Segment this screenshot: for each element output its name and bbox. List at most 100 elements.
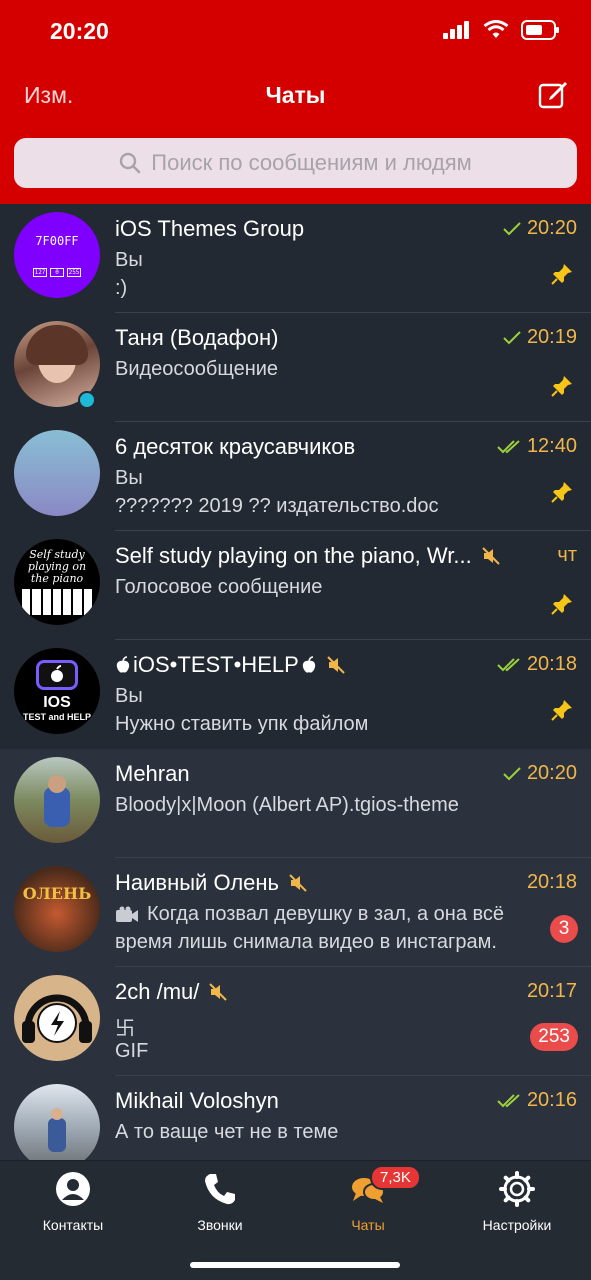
read-check-icon bbox=[503, 766, 521, 780]
chat-time: 20:20 bbox=[503, 217, 577, 240]
chat-name-text: Mehran bbox=[115, 761, 190, 786]
online-indicator-icon bbox=[78, 391, 96, 409]
apple-logo-icon bbox=[302, 656, 315, 673]
muted-icon bbox=[327, 656, 345, 674]
chat-time: 20:17 bbox=[527, 980, 577, 1003]
avatar: 7F00FF 127 0 255 bbox=[14, 212, 100, 298]
chat-preview: Видеосообщение bbox=[115, 358, 279, 380]
chat-sender: Вы bbox=[115, 685, 143, 707]
avatar-title: IOS bbox=[43, 694, 71, 711]
chat-row[interactable]: IOS TEST and HELP iOS•TEST•HELP Вы Нужно… bbox=[0, 640, 591, 749]
avatar-b-box: 255 bbox=[67, 268, 81, 277]
chat-time: 12:40 bbox=[497, 435, 577, 458]
chat-name: Таня (Водафон) bbox=[115, 325, 279, 351]
chat-sender: 卐 bbox=[115, 1018, 135, 1040]
chat-name: Self study playing on the piano, Wr... bbox=[115, 543, 500, 569]
home-indicator[interactable] bbox=[190, 1262, 400, 1268]
chat-row[interactable]: 7F00FF 127 0 255 iOS Themes Group Вы :) … bbox=[0, 204, 591, 313]
chat-time-text: 20:16 bbox=[526, 1089, 577, 1111]
chat-preview: Голосовое сообщение bbox=[115, 576, 323, 598]
chat-row[interactable]: 6 десяток краусавчиков Вы ??????? 2019 ?… bbox=[0, 422, 591, 531]
chat-preview: ??????? 2019 ?? издательство.doc bbox=[115, 495, 439, 517]
avatar-hex-text: 7F00FF bbox=[35, 234, 79, 248]
chat-time-text: чт bbox=[557, 544, 577, 566]
avatar-hair bbox=[26, 325, 88, 365]
avatar bbox=[14, 975, 100, 1061]
read-check-icon bbox=[503, 330, 521, 344]
tab-calls[interactable]: Звонки bbox=[150, 1171, 290, 1233]
chat-name: 2ch /mu/ bbox=[115, 979, 228, 1005]
search-input[interactable]: Поиск по сообщениям и людям bbox=[14, 138, 577, 188]
chat-preview: А то ваще чет не в теме bbox=[115, 1121, 339, 1143]
chat-name-text: Mikhail Voloshyn bbox=[115, 1088, 279, 1113]
avatar-piano-keys bbox=[22, 589, 92, 615]
chat-row[interactable]: Self study playing on the piano Self stu… bbox=[0, 531, 591, 640]
chat-preview: Когда позвал девушку в зал, а она всё bbox=[115, 903, 504, 926]
double-check-icon bbox=[497, 1093, 520, 1107]
chat-time-text: 12:40 bbox=[526, 435, 577, 457]
tab-contacts[interactable]: Контакты bbox=[3, 1171, 143, 1233]
chat-time: 20:18 bbox=[527, 871, 577, 894]
chat-sender: Вы bbox=[115, 249, 143, 271]
muted-icon bbox=[481, 547, 500, 565]
avatar-figure bbox=[44, 787, 70, 827]
headphones-icon bbox=[22, 994, 92, 1043]
compose-icon[interactable] bbox=[537, 78, 569, 110]
pin-icon bbox=[551, 594, 572, 615]
chat-time-text: 20:17 bbox=[526, 980, 577, 1002]
wifi-icon bbox=[483, 20, 509, 38]
chat-preview-cont: время лишь снимала видео в инстаграм. bbox=[115, 931, 497, 953]
chat-row[interactable]: Таня (Водафон) Видеосообщение 20:19 bbox=[0, 313, 591, 422]
chat-list[interactable]: 7F00FF 127 0 255 iOS Themes Group Вы :) … bbox=[0, 204, 591, 1160]
pin-icon bbox=[551, 482, 572, 503]
chat-time: 20:16 bbox=[497, 1089, 577, 1112]
chat-name-text: 2ch /mu/ bbox=[115, 979, 200, 1004]
tab-settings[interactable]: Настройки bbox=[447, 1171, 587, 1233]
chat-name-text: iOS•TEST•HELP bbox=[133, 652, 299, 677]
chat-time: 20:19 bbox=[503, 326, 577, 349]
double-check-icon bbox=[497, 439, 520, 453]
pin-icon bbox=[551, 700, 572, 721]
avatar-r-box: 127 bbox=[33, 268, 47, 277]
avatar-subtitle: TEST and HELP bbox=[22, 712, 91, 722]
page-title: Чаты bbox=[265, 82, 326, 108]
chat-name-text: iOS Themes Group bbox=[115, 216, 305, 241]
double-check-icon bbox=[497, 657, 520, 671]
chat-name-text: Таня (Водафон) bbox=[115, 325, 279, 350]
chat-time: 20:18 bbox=[497, 653, 577, 676]
gear-icon bbox=[499, 1171, 535, 1207]
apple-logo-icon bbox=[51, 665, 63, 682]
avatar bbox=[14, 1084, 100, 1160]
avatar-logo-text: ОЛЕНЬ bbox=[22, 884, 92, 903]
chat-name: Mikhail Voloshyn bbox=[115, 1088, 279, 1114]
read-check-icon bbox=[503, 221, 521, 235]
avatar-caption: Self study playing on the piano bbox=[27, 548, 87, 585]
tab-contacts-label: Контакты bbox=[42, 1217, 104, 1233]
avatar-head bbox=[51, 1108, 63, 1120]
search-placeholder: Поиск по сообщениям и людям bbox=[151, 150, 472, 175]
chat-time-text: 20:18 bbox=[526, 653, 577, 675]
chat-row[interactable]: Mikhail Voloshyn А то ваще чет не в теме… bbox=[0, 1076, 591, 1160]
chat-row[interactable]: ОЛЕНЬ Наивный Олень Когда позвал девушку… bbox=[0, 858, 591, 967]
cellular-signal-icon bbox=[443, 21, 469, 39]
chat-preview-text: Когда позвал девушку в зал, а она всё bbox=[147, 903, 505, 925]
avatar-app-icon bbox=[36, 660, 78, 690]
chat-time: чт bbox=[557, 544, 577, 567]
unread-badge: 3 bbox=[550, 915, 578, 943]
chat-time-text: 20:20 bbox=[526, 217, 577, 239]
chat-row[interactable]: 2ch /mu/ 卐 GIF 20:17 253 bbox=[0, 967, 591, 1076]
video-camera-icon bbox=[116, 906, 138, 922]
chat-preview: :) bbox=[115, 277, 128, 299]
chat-name: Наивный Олень bbox=[115, 870, 307, 896]
tab-chats-label: Чаты bbox=[351, 1217, 385, 1233]
tab-chats[interactable]: 7,3K Чаты bbox=[298, 1165, 438, 1233]
chat-row[interactable]: Mehran Bloody|x|Moon (Albert AP).tgios-t… bbox=[0, 749, 591, 858]
chat-sender: Вы bbox=[115, 467, 143, 489]
avatar-figure bbox=[48, 1118, 66, 1152]
chat-preview: Нужно ставить упк файлом bbox=[115, 713, 369, 735]
avatar-g-box: 0 bbox=[50, 268, 64, 277]
avatar-rgb-boxes: 127 0 255 bbox=[33, 268, 81, 277]
status-time: 20:20 bbox=[50, 18, 109, 44]
person-icon bbox=[56, 1172, 90, 1206]
muted-icon bbox=[209, 983, 228, 1001]
